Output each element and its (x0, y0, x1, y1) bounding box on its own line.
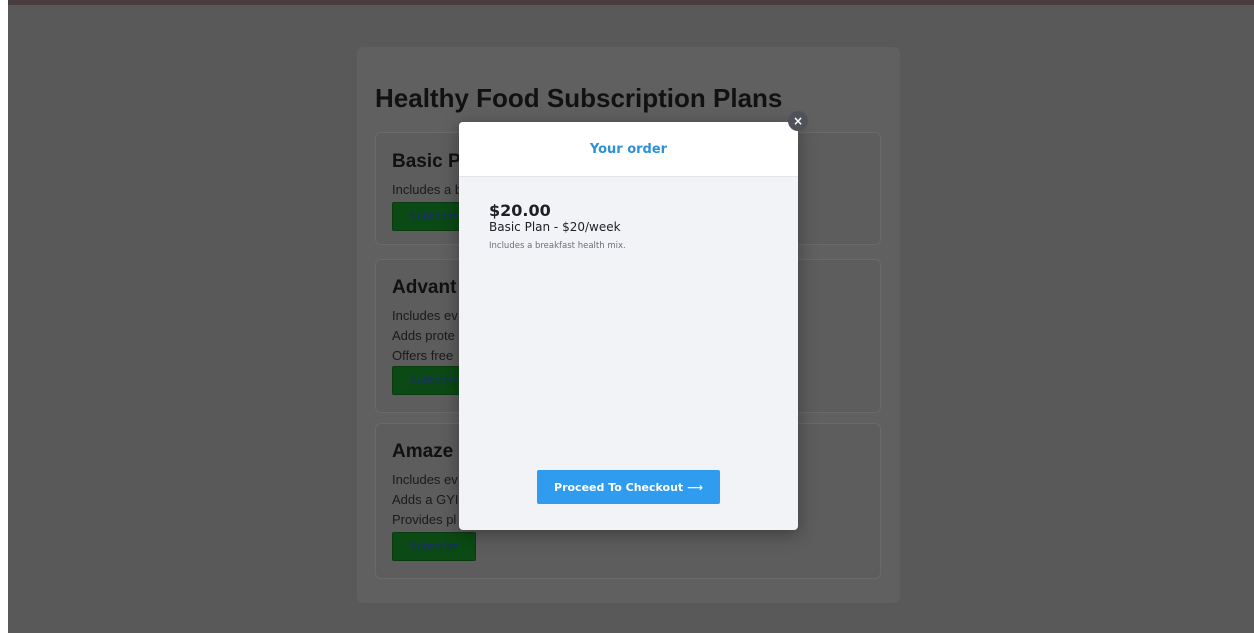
modal-title: Your order (589, 141, 668, 157)
plan-feature: Includes ev (392, 472, 458, 487)
plan-title: Advant (392, 277, 457, 298)
order-plan-name: Basic Plan - $20/week (489, 220, 621, 234)
plan-title: Basic P (392, 151, 461, 172)
close-modal-button[interactable]: × (788, 111, 808, 131)
modal-header: Your order (459, 122, 798, 177)
subscribe-button[interactable]: Subscribe (392, 532, 476, 561)
order-description: Includes a breakfast health mix. (489, 241, 626, 251)
plan-feature: Offers free (392, 348, 454, 363)
checkout-button-label: Proceed To Checkout (554, 480, 684, 494)
plan-feature: Provides pl (392, 512, 457, 527)
plan-title: Amaze (392, 441, 454, 462)
order-modal: Your order $20.00 Basic Plan - $20/week … (459, 122, 798, 530)
left-edge (0, 0, 8, 633)
plan-feature: Includes a b (392, 182, 463, 197)
arrow-right-icon: ⟶ (687, 480, 703, 494)
plan-feature: Adds prote (392, 328, 455, 343)
plan-feature: Adds a GYI (392, 492, 459, 507)
order-price: $20.00 (489, 201, 551, 220)
top-border (0, 0, 1254, 5)
plan-feature: Includes ev (392, 308, 458, 323)
close-icon: × (792, 114, 804, 128)
proceed-to-checkout-button[interactable]: Proceed To Checkout ⟶ (537, 470, 720, 504)
page-title: Healthy Food Subscription Plans (375, 83, 783, 113)
